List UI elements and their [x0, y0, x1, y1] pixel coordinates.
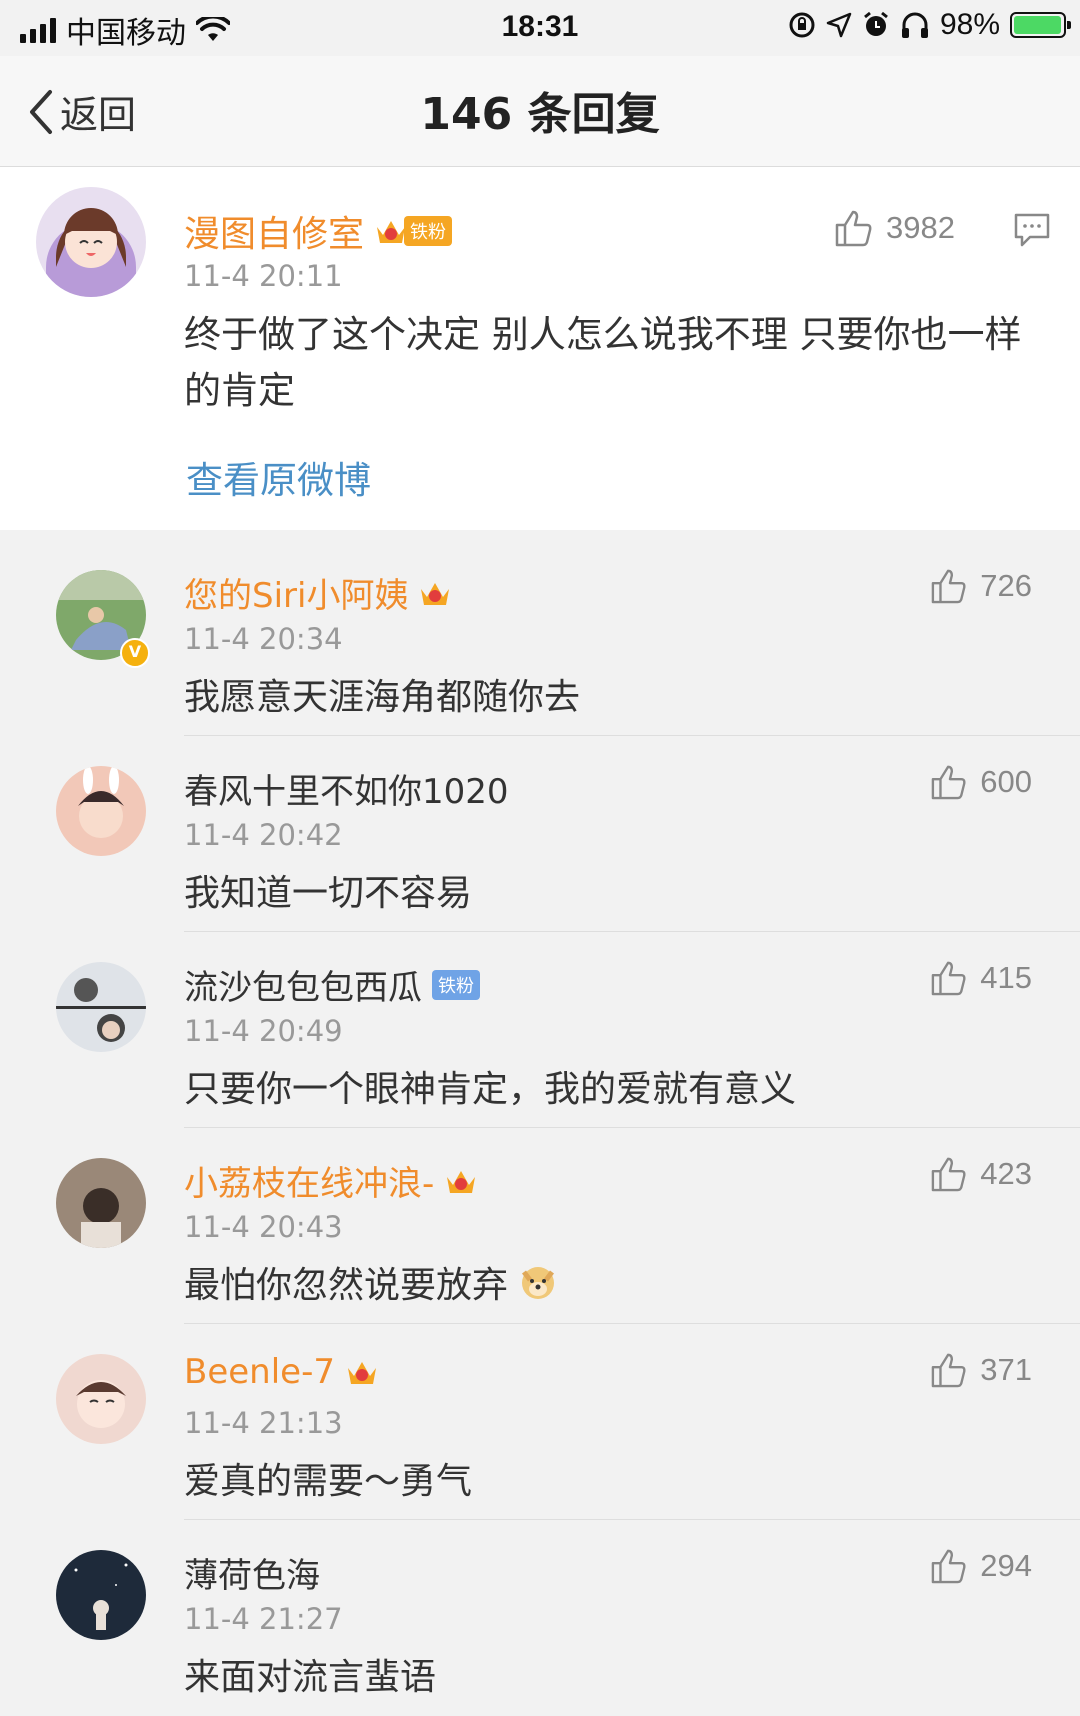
- avatar[interactable]: [56, 962, 146, 1052]
- username-text: Beenle-7: [184, 1352, 335, 1392]
- reply-text-content: 我知道一切不容易: [184, 873, 473, 914]
- post-time: 11-4 20:11: [184, 259, 343, 293]
- battery-percent: 98%: [939, 8, 1000, 41]
- page-title: 146 条回复: [420, 89, 660, 140]
- reply-text-content: 只要你一个眼神肯定，我的爱就有意义: [184, 1069, 797, 1110]
- username-text: 您的Siri小阿姨: [184, 576, 409, 616]
- reply-username[interactable]: 小荔枝在线冲浪-: [184, 1156, 478, 1205]
- avatar[interactable]: [56, 1550, 146, 1640]
- like-button[interactable]: 415: [930, 960, 1032, 996]
- username-text: 薄荷色海: [184, 1556, 320, 1596]
- list-item: Beenle-7 11-4 21:13 爱真的需要～勇气 371: [0, 1324, 1080, 1520]
- avatar[interactable]: [36, 187, 146, 297]
- reply-time: 11-4 20:49: [184, 1014, 343, 1048]
- reply-username[interactable]: Beenle-7: [184, 1352, 379, 1392]
- reply-time: 11-4 20:43: [184, 1210, 343, 1244]
- reply-time: 11-4 21:13: [184, 1406, 343, 1440]
- reply-text: 我知道一切不容易: [184, 864, 472, 916]
- like-count: 294: [980, 1548, 1032, 1583]
- reply-text-content: 我愿意天涯海角都随你去: [184, 677, 581, 718]
- reply-text-content: 来面对流言蜚语: [184, 1657, 437, 1698]
- reply-time: 11-4 20:42: [184, 818, 343, 852]
- like-count: 371: [980, 1352, 1032, 1387]
- fan-crown-icon: [418, 577, 452, 609]
- like-button[interactable]: 423: [930, 1156, 1032, 1192]
- fan-crown-icon: 铁粉: [374, 215, 453, 247]
- doge-emoji-icon: [522, 1267, 555, 1299]
- reply-text-content: 最怕你忽然说要放弃: [184, 1265, 509, 1306]
- list-item: 小荔枝在线冲浪- 11-4 20:43 最怕你忽然说要放弃 423: [0, 1128, 1080, 1324]
- list-item: 流沙包包包西瓜 铁粉 11-4 20:49 只要你一个眼神肯定，我的爱就有意义 …: [0, 932, 1080, 1128]
- thumbs-up-icon: [931, 765, 966, 800]
- reply-text: 爱真的需要～勇气: [184, 1452, 472, 1504]
- comment-icon: [1014, 213, 1050, 247]
- fan-crown-icon: [444, 1165, 478, 1197]
- fan-badge: 铁粉: [404, 216, 453, 246]
- status-bar: 中国移动 18:31 98%: [0, 0, 1080, 56]
- headphones-icon: [901, 12, 928, 38]
- username-text: 春风十里不如你1020: [184, 772, 509, 812]
- view-original-link[interactable]: 查看原微博: [186, 450, 371, 504]
- reply-text: 最怕你忽然说要放弃: [184, 1256, 558, 1308]
- reply-text: 只要你一个眼神肯定，我的爱就有意义: [184, 1060, 796, 1112]
- username-text: 流沙包包包西瓜: [184, 968, 422, 1008]
- main-comment: 漫图自修室 铁粉 11-4 20:11 终于做了这个决定 别人怎么说我不理 只要…: [0, 167, 1080, 530]
- battery-icon: [1010, 12, 1071, 38]
- post-username[interactable]: 漫图自修室 铁粉: [184, 205, 453, 257]
- rotation-lock-icon: [789, 12, 815, 38]
- like-button[interactable]: 371: [930, 1352, 1032, 1388]
- alarm-icon: [864, 11, 888, 36]
- thumbs-up-icon: [931, 1157, 966, 1192]
- avatar[interactable]: [56, 1158, 146, 1248]
- username-text: 小荔枝在线冲浪-: [184, 1164, 435, 1204]
- reply-text-content: 爱真的需要～勇气: [184, 1461, 473, 1502]
- fan-badge: 铁粉: [432, 969, 480, 1000]
- avatar[interactable]: [56, 1354, 146, 1444]
- like-count: 423: [980, 1156, 1032, 1191]
- status-right: 98%: [788, 8, 1071, 42]
- reply-username[interactable]: 春风十里不如你1020: [184, 764, 509, 813]
- reply-text: 来面对流言蜚语: [184, 1648, 436, 1700]
- list-item: V 您的Siri小阿姨 11-4 20:34 我愿意天涯海角都随你去 726: [0, 540, 1080, 736]
- like-button[interactable]: 3982: [834, 209, 955, 247]
- battery-fill: [1014, 16, 1061, 34]
- reply-text: 我愿意天涯海角都随你去: [184, 668, 580, 720]
- thumbs-up-icon: [931, 1549, 966, 1584]
- reply-username[interactable]: 流沙包包包西瓜 铁粉: [184, 960, 480, 1009]
- location-arrow-icon: [826, 12, 852, 38]
- like-button[interactable]: 294: [930, 1548, 1032, 1584]
- reply-username[interactable]: 薄荷色海: [184, 1548, 320, 1597]
- reply-time: 11-4 20:34: [184, 622, 343, 656]
- username-text: 漫图自修室: [184, 214, 365, 255]
- like-count: 726: [980, 568, 1032, 603]
- like-button[interactable]: 600: [930, 764, 1032, 800]
- like-count: 3982: [886, 210, 955, 245]
- thumbs-up-icon: [835, 210, 872, 247]
- like-button[interactable]: 726: [930, 568, 1032, 604]
- thumbs-up-icon: [931, 1353, 966, 1388]
- reply-username[interactable]: 您的Siri小阿姨: [184, 568, 452, 617]
- list-item: 春风十里不如你1020 11-4 20:42 我知道一切不容易 600: [0, 736, 1080, 932]
- reply-time: 11-4 21:27: [184, 1602, 343, 1636]
- avatar[interactable]: [56, 766, 146, 856]
- navigation-bar: 返回 146 条回复: [0, 56, 1080, 167]
- thumbs-up-icon: [931, 569, 966, 604]
- like-count: 415: [980, 960, 1032, 995]
- verified-badge-icon: V: [120, 638, 150, 668]
- like-count: 600: [980, 764, 1032, 799]
- reply-button[interactable]: [1014, 213, 1050, 251]
- thumbs-up-icon: [931, 961, 966, 996]
- fan-crown-icon: [345, 1356, 379, 1388]
- list-item: 薄荷色海 11-4 21:27 来面对流言蜚语 294: [0, 1520, 1080, 1716]
- post-text: 终于做了这个决定 别人怎么说我不理 只要你也一样的肯定: [184, 313, 1022, 412]
